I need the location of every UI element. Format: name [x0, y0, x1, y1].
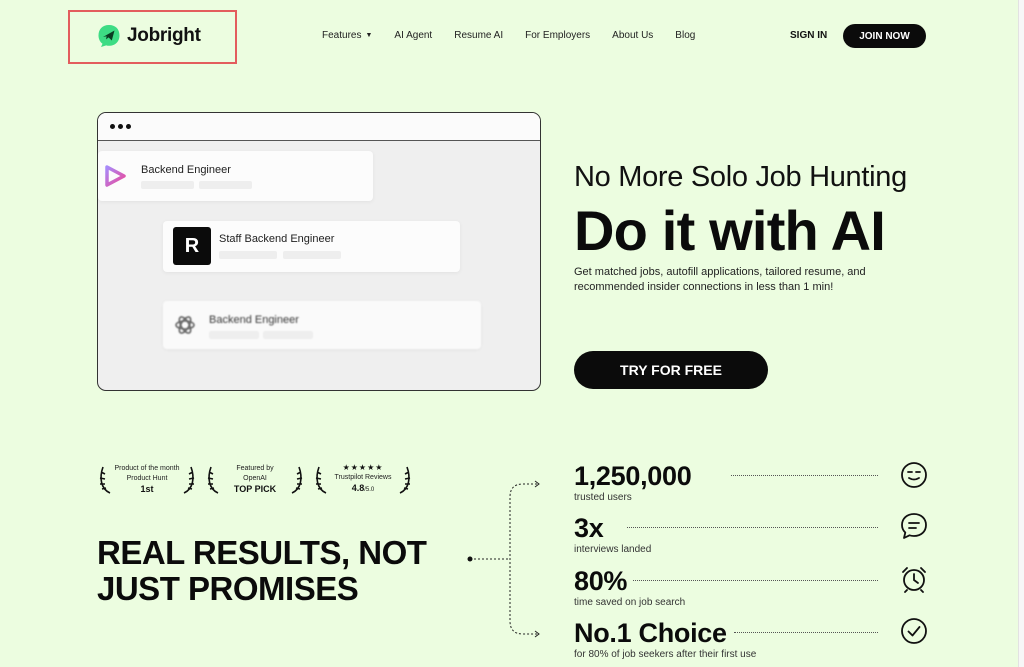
- company-logo-icon: R: [173, 227, 211, 265]
- nav-blog[interactable]: Blog: [675, 30, 695, 41]
- nav-features-label: Features: [322, 30, 362, 41]
- results-headline: REAL RESULTS, NOT JUST PROMISES: [97, 534, 427, 607]
- nav-about-us[interactable]: About Us: [612, 30, 653, 41]
- job-card: Backend Engineer: [163, 301, 481, 349]
- job-card: Backend Engineer: [98, 151, 373, 201]
- smile-icon: [901, 462, 927, 488]
- stat-users: 1,250,000 trusted users: [574, 461, 692, 503]
- hero-subtitle: No More Solo Job Hunting: [574, 161, 907, 193]
- company-logo-icon: [105, 165, 126, 187]
- nav-features[interactable]: Features ▼: [322, 30, 372, 41]
- main-nav: Features ▼ AI Agent Resume AI For Employ…: [322, 30, 695, 41]
- stat-value: 1,250,000: [574, 461, 692, 491]
- award-title: 1st: [140, 484, 154, 494]
- laurel-icon: [183, 466, 195, 494]
- headline-line-2: JUST PROMISES: [97, 570, 359, 607]
- award-title: TOP PICK: [233, 484, 277, 494]
- dotted-line: [633, 580, 878, 581]
- laurel-icon: [291, 466, 303, 494]
- nav-for-employers[interactable]: For Employers: [525, 30, 590, 41]
- stat-value: 3x: [574, 513, 604, 543]
- award-openai: Featured by OpenAI TOP PICK: [205, 462, 305, 496]
- laurel-icon: [207, 466, 219, 494]
- logo-icon: [98, 25, 120, 47]
- openai-logo-icon: [175, 316, 195, 334]
- job-title: Backend Engineer: [209, 314, 299, 326]
- check-circle-icon: [901, 618, 927, 644]
- browser-mockup: Backend Engineer R Staff Backend Enginee…: [97, 112, 541, 391]
- stat-time-saved: 80% time saved on job search: [574, 566, 685, 608]
- stat-choice: No.1 Choice for 80% of job seekers after…: [574, 618, 756, 660]
- stat-interviews: 3x interviews landed: [574, 513, 651, 555]
- award-caption: OpenAI: [243, 475, 267, 482]
- award-caption: Product Hunt: [126, 475, 168, 482]
- job-title: Backend Engineer: [141, 164, 231, 176]
- placeholder-bar: [219, 251, 277, 259]
- laurel-icon: [99, 466, 111, 494]
- sign-in-link[interactable]: SIGN IN: [790, 30, 827, 41]
- scrollbar[interactable]: [1018, 0, 1024, 667]
- dotted-connector: [467, 480, 540, 638]
- placeholder-bar: [283, 251, 341, 259]
- nav-ai-agent[interactable]: AI Agent: [394, 30, 432, 41]
- stat-label: time saved on job search: [574, 597, 686, 608]
- job-title: Staff Backend Engineer: [219, 233, 335, 245]
- stat-label: trusted users: [574, 492, 632, 503]
- laurel-icon: [315, 466, 327, 494]
- rating-stars: ★★★★★: [342, 463, 384, 472]
- placeholder-bar: [209, 331, 259, 339]
- alarm-clock-icon: [902, 567, 926, 593]
- hero-description: Get matched jobs, autofill applications,…: [574, 266, 866, 293]
- dotted-line: [734, 632, 878, 633]
- hero-title: Do it with AI: [574, 199, 886, 262]
- stat-value: No.1 Choice: [574, 618, 727, 648]
- job-card: R Staff Backend Engineer: [163, 221, 460, 272]
- rating-value: 4.8: [351, 483, 365, 493]
- try-for-free-button[interactable]: TRY FOR FREE: [574, 351, 768, 389]
- stat-value: 80%: [574, 566, 628, 596]
- placeholder-bar: [199, 181, 252, 189]
- award-caption: Featured by: [236, 465, 274, 472]
- rating-scale: /5.0: [364, 487, 375, 493]
- page: Jobright Features ▼ AI Agent Resume AI F…: [0, 0, 1018, 667]
- placeholder-bar: [141, 181, 194, 189]
- nav-resume-ai[interactable]: Resume AI: [454, 30, 503, 41]
- logo-text: Jobright: [127, 25, 201, 46]
- placeholder-bar: [263, 331, 313, 339]
- headline-line-1: REAL RESULTS, NOT: [97, 534, 427, 571]
- logo[interactable]: Jobright: [97, 24, 201, 48]
- window-dot: [126, 124, 131, 129]
- window-bar: [98, 113, 540, 141]
- award-product-hunt: Product of the month Product Hunt 1st: [97, 462, 197, 496]
- join-now-button[interactable]: JOIN NOW: [843, 24, 926, 48]
- award-caption: Trustpilot Reviews: [334, 474, 392, 481]
- stat-label: for 80% of job seekers after their first…: [574, 649, 757, 660]
- award-rating: 4.8/5.0: [335, 483, 392, 495]
- dotted-line: [627, 527, 878, 528]
- laurel-icon: [399, 466, 411, 494]
- award-caption: Product of the month: [114, 465, 180, 472]
- dotted-line: [731, 475, 878, 476]
- caret-down-icon: ▼: [365, 32, 373, 39]
- award-trustpilot: ★★★★★ Trustpilot Reviews 4.8/5.0: [313, 462, 413, 496]
- chat-icon: [901, 513, 927, 539]
- window-dot: [118, 124, 123, 129]
- window-dot: [110, 124, 115, 129]
- stat-label: interviews landed: [574, 544, 652, 555]
